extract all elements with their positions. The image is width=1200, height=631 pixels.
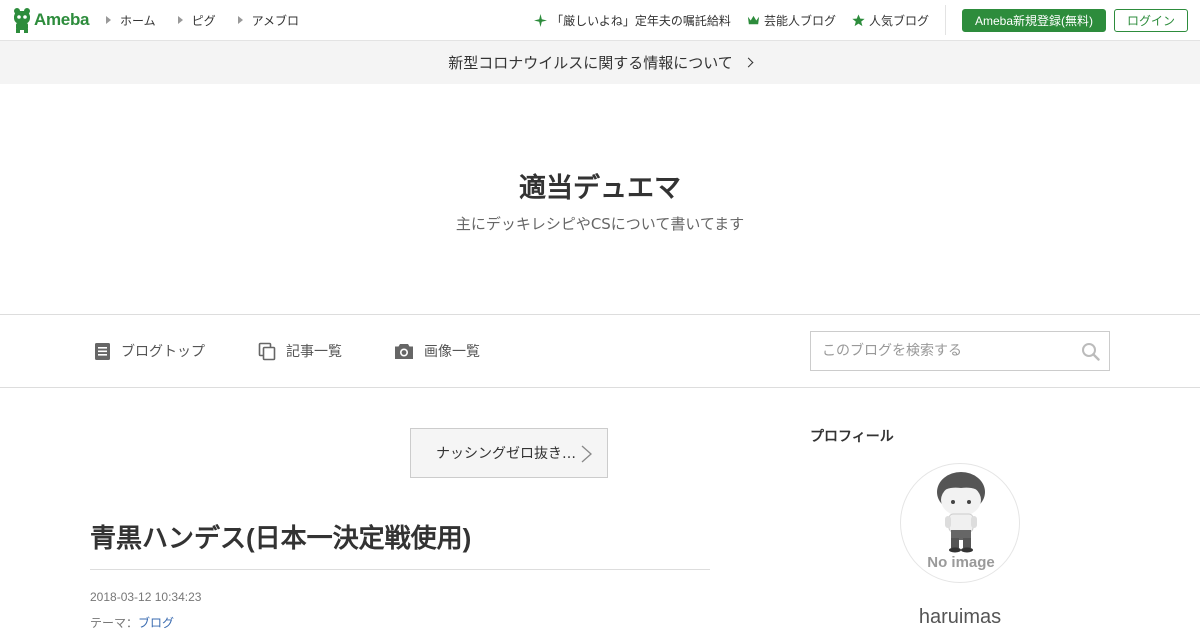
blog-title[interactable]: 適当デュエマ <box>0 166 1200 205</box>
popular-blog-link[interactable]: 人気ブログ <box>852 12 929 29</box>
profile-username[interactable]: haruimas <box>810 606 1110 629</box>
register-button[interactable]: Ameba新規登録(無料) <box>961 8 1106 32</box>
menu-label: 画像一覧 <box>424 344 480 360</box>
previous-article-label: ナッシングゼロ抜き… <box>436 446 576 462</box>
celebrity-blog-label: 芸能人ブログ <box>763 13 836 28</box>
triangle-right-icon <box>106 16 111 24</box>
article-theme: テーマ：ブログ <box>90 614 174 631</box>
menu-article-list[interactable]: 記事一覧 <box>258 315 342 387</box>
search-button[interactable] <box>1071 332 1109 370</box>
crown-icon <box>747 15 760 24</box>
menu-label: ブログトップ <box>121 344 205 360</box>
nav-label: アメブロ <box>251 13 300 28</box>
theme-prefix: テーマ： <box>90 616 139 630</box>
featured-link-label: 「厳しいよね」定年夫の嘱託給料 <box>551 13 731 28</box>
featured-link[interactable]: 「厳しいよね」定年夫の嘱託給料 <box>534 12 731 29</box>
triangle-right-icon <box>177 16 183 24</box>
document-icon <box>95 342 110 360</box>
previous-article-button[interactable]: ナッシングゼロ抜き… <box>410 428 608 478</box>
search-icon <box>1081 342 1100 361</box>
blog-description: 主にデッキレシピやCSについて書いてます <box>455 215 745 233</box>
covid-notice-link[interactable]: 新型コロナウイルスに関する情報について <box>0 41 1200 84</box>
profile-heading: プロフィール <box>810 429 894 445</box>
header-divider <box>944 5 946 35</box>
nav-ameblo[interactable]: アメブロ <box>237 12 300 29</box>
avatar-caption: No image <box>927 554 995 571</box>
nav-pigg[interactable]: ピグ <box>177 12 216 29</box>
article-date: 2018-03-12 10:34:23 <box>90 590 202 604</box>
header-right: 「厳しいよね」定年夫の嘱託給料 芸能人ブログ 人気ブログ Ameba新規登録(無… <box>534 0 1200 40</box>
login-button[interactable]: ログイン <box>1113 8 1188 32</box>
ameba-mascot-icon <box>14 8 30 33</box>
triangle-right-icon <box>237 16 243 24</box>
chevron-right-icon <box>743 57 754 68</box>
star-icon <box>852 13 865 26</box>
blog-search <box>810 331 1110 371</box>
blog-menu: ブログトップ 記事一覧 画像一覧 <box>0 314 1200 388</box>
menu-image-list[interactable]: 画像一覧 <box>394 315 480 387</box>
ameba-logo[interactable]: Ameba <box>12 7 89 33</box>
nav-home[interactable]: ホーム <box>106 12 156 29</box>
article-title[interactable]: 青黒ハンデス(日本一決定戦使用) <box>90 518 471 555</box>
global-header: Ameba ホーム ピグ アメブロ 「厳しいよね」定年夫の嘱託給料 芸能人ブログ <box>0 0 1200 41</box>
menu-blog-top[interactable]: ブログトップ <box>94 315 205 387</box>
nav-label: ホーム <box>120 13 156 28</box>
theme-link[interactable]: ブログ <box>138 616 174 630</box>
popular-blog-label: 人気ブログ <box>868 13 929 28</box>
avatar[interactable]: No image <box>900 463 1020 583</box>
title-divider <box>90 569 710 570</box>
blog-search-input[interactable] <box>811 332 1071 370</box>
menu-label: 記事一覧 <box>286 344 342 360</box>
celebrity-blog-link[interactable]: 芸能人ブログ <box>747 12 836 29</box>
sparkle-icon <box>534 13 548 27</box>
chevron-right-icon <box>581 445 592 463</box>
notice-text: 新型コロナウイルスに関する情報について <box>448 54 733 72</box>
nav-label: ピグ <box>191 13 216 28</box>
logo-text: Ameba <box>34 10 90 29</box>
copy-icon <box>258 342 276 360</box>
blog-header: 適当デュエマ 主にデッキレシピやCSについて書いてます <box>0 84 1200 314</box>
camera-icon <box>395 344 413 359</box>
top-nav: ホーム ピグ アメブロ <box>106 0 321 40</box>
